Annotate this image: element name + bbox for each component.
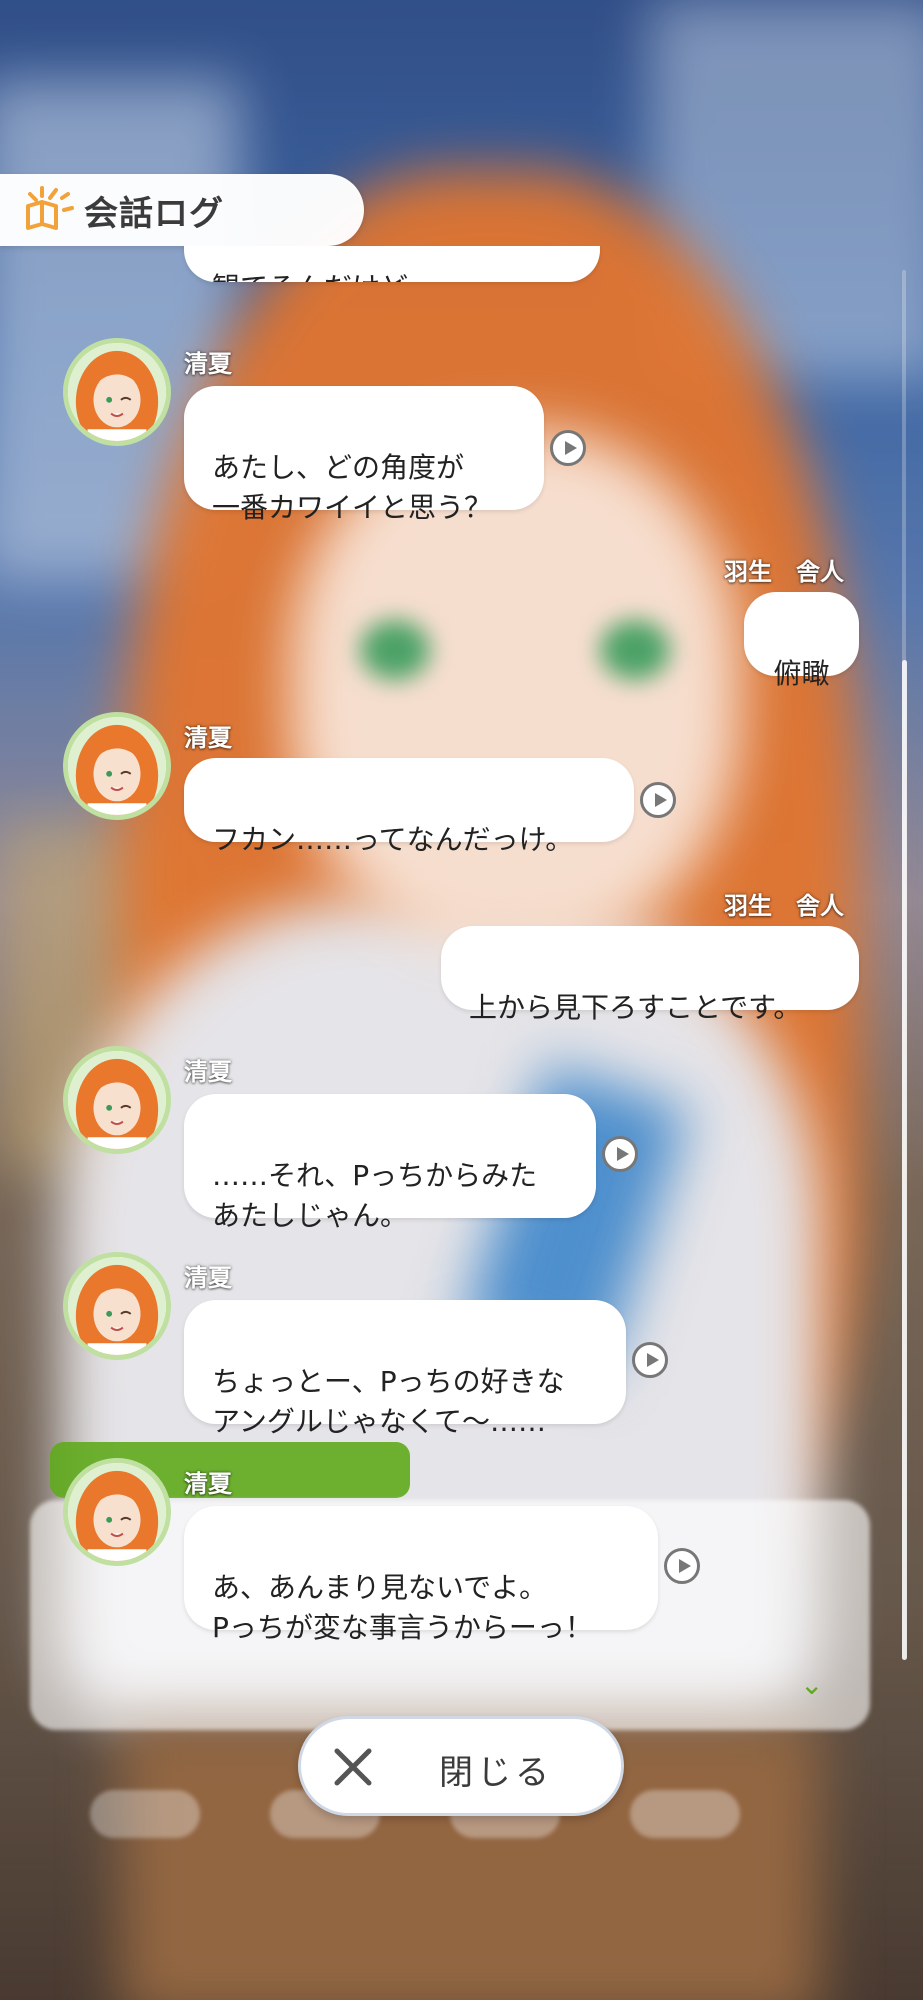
play-voice-button[interactable] (550, 430, 586, 466)
message-bubble: あ、あんまり見ないでよ。 Pっちが変な事言うからーっ！ (184, 1506, 658, 1644)
message-bubble: フカン……ってなんだっけ。 (184, 758, 634, 856)
message-text: ちょっとー、Pっちの好きな アングルじゃなくて～…… (212, 1365, 565, 1438)
avatar (63, 338, 171, 446)
speaker-name: 羽生 舎人 (724, 892, 844, 920)
close-icon (334, 1748, 372, 1786)
avatar (63, 712, 171, 820)
message-bubble: あたし、どの角度が 一番カワイイと思う？ (184, 386, 544, 524)
avatar (63, 1046, 171, 1154)
play-voice-button[interactable] (632, 1342, 668, 1378)
avatar (63, 1458, 171, 1566)
message-text: あたし、どの角度が 一番カワイイと思う？ (212, 451, 493, 524)
page-title: 会話ログ (84, 193, 224, 234)
conversation-log-icon (26, 186, 74, 230)
message-text: 上から見下ろすことです。 (469, 991, 802, 1024)
message-text: あ、あんまり見ないでよ。 Pっちが変な事言うからーっ！ (212, 1571, 593, 1644)
speaker-name: 清夏 (184, 350, 232, 378)
log-header: 会話ログ (0, 174, 364, 246)
play-voice-button[interactable] (602, 1136, 638, 1172)
message-bubble: ……それ、Pっちからみた あたしじゃん。 (184, 1094, 596, 1232)
speaker-name: 羽生 舎人 (724, 558, 844, 586)
message-bubble: ちょっとー、Pっちの好きな アングルじゃなくて～…… (184, 1300, 626, 1438)
message-text: ……それ、Pっちからみた あたしじゃん。 (212, 1159, 538, 1232)
message-text: 観てるんだけど (212, 271, 408, 282)
message-bubble: 俯瞰 (744, 592, 859, 690)
message-bubble: 観てるんだけど (184, 246, 600, 282)
speaker-name: 清夏 (184, 1470, 232, 1498)
conversation-log-list[interactable]: 観てるんだけど 清夏 あたし、どの角度が 一番カワイイと思う？ 羽生 舎人 俯瞰… (0, 246, 923, 1666)
speaker-name: 清夏 (184, 724, 232, 752)
avatar (63, 1252, 171, 1360)
speaker-name: 清夏 (184, 1058, 232, 1086)
message-text: 俯瞰 (773, 657, 830, 690)
message-text: フカン……ってなんだっけ。 (212, 823, 574, 856)
speaker-name: 清夏 (184, 1264, 232, 1292)
message-bubble: 上から見下ろすことです。 (441, 926, 859, 1024)
underlying-chevron-down-icon: ⌄ (800, 1668, 824, 1701)
play-voice-button[interactable] (664, 1548, 700, 1584)
close-button-label: 閉じる (439, 1753, 553, 1793)
play-voice-button[interactable] (640, 782, 676, 818)
close-button[interactable]: 閉じる (298, 1716, 624, 1816)
scrollbar-thumb[interactable] (902, 660, 907, 1660)
